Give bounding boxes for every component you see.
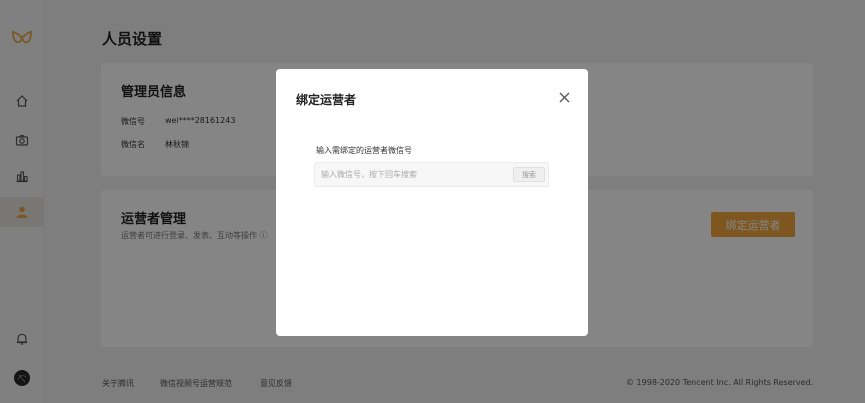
close-icon[interactable]: [556, 89, 572, 105]
modal-title: 绑定运营者: [296, 93, 357, 107]
bind-operator-modal: 绑定运营者 输入需绑定的运营者微信号 搜索: [276, 69, 588, 336]
wechat-id-field-label: 输入需绑定的运营者微信号: [316, 146, 412, 155]
search-button[interactable]: 搜索: [513, 167, 545, 182]
search-box: 搜索: [314, 162, 549, 187]
search-input[interactable]: [315, 163, 505, 186]
